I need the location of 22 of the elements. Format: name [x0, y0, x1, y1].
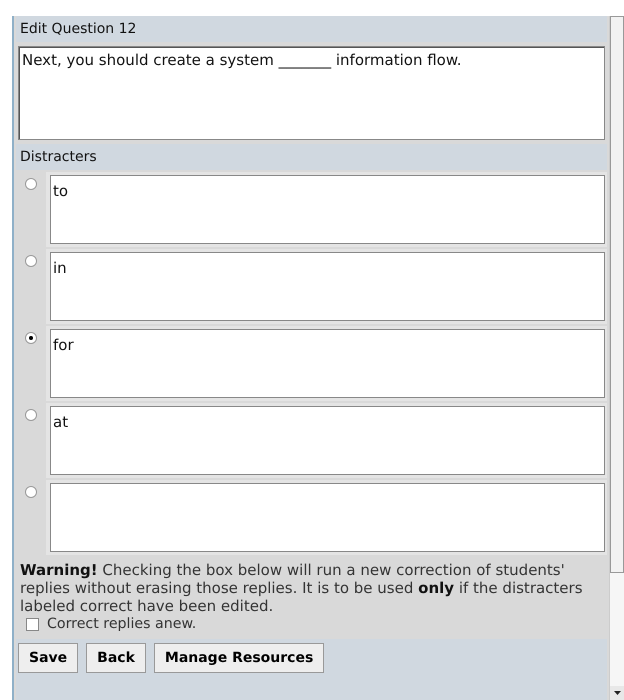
checkbox[interactable]	[26, 618, 39, 630]
section-header: Edit Question 12	[16, 16, 607, 42]
radio-button[interactable]	[25, 486, 37, 498]
warning-text: Warning! Checking the box below will run a new correction of students' replies without erasing those replies. It is to be used only if the distracters labeled correct have been edited.	[20, 561, 584, 615]
radio-button[interactable]	[25, 178, 37, 190]
down-arrow-icon	[612, 690, 622, 696]
distracter-field[interactable]: for	[50, 329, 605, 398]
distracter-field[interactable]: to	[50, 175, 605, 244]
radio-button[interactable]	[25, 409, 37, 421]
radio-button[interactable]	[25, 332, 37, 344]
scrollbar-thumb[interactable]	[610, 16, 624, 573]
form-button[interactable]: Manage Resources	[154, 643, 324, 673]
radio-button[interactable]	[25, 255, 37, 267]
checkbox-label: Correct replies anew.	[47, 615, 196, 633]
scroll-down-button[interactable]	[610, 686, 624, 700]
distracter-field[interactable]	[50, 483, 605, 552]
distracter-field[interactable]: in	[50, 252, 605, 321]
question-field[interactable]: Next, you should create a system _______ information flow.	[18, 46, 605, 140]
form-button[interactable]: Save	[18, 643, 78, 673]
distracter-field[interactable]: at	[50, 406, 605, 475]
form-button[interactable]: Back	[86, 643, 146, 673]
section-header: Distracters	[16, 144, 607, 170]
